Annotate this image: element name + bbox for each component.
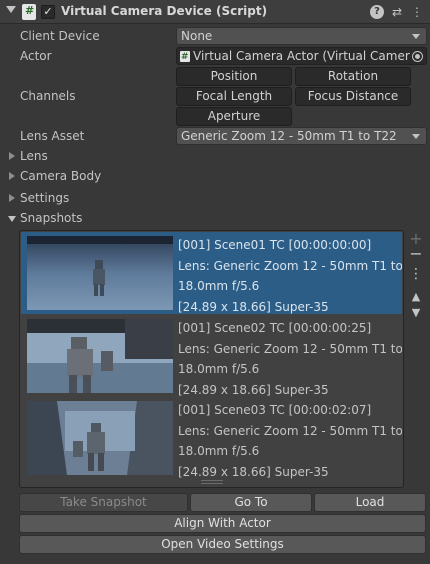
take-snapshot-button[interactable]: Take Snapshot <box>19 493 188 512</box>
snapshot-focal: 18.0mm f/5.6 <box>178 362 260 376</box>
snapshot-thumbnail <box>27 319 173 393</box>
open-video-settings-button[interactable]: Open Video Settings <box>19 535 426 554</box>
script-icon <box>180 49 190 64</box>
channel-aperture-toggle[interactable]: Aperture <box>176 107 292 126</box>
expand-arrow-icon <box>9 152 15 160</box>
channels-label: Channels <box>20 89 76 103</box>
settings-foldout[interactable]: Settings <box>9 191 70 205</box>
collapse-arrow-icon <box>8 216 16 222</box>
channel-focal-length-toggle[interactable]: Focal Length <box>176 87 292 106</box>
lens-asset-value: Generic Zoom 12 - 50mm T1 to T22 <box>181 129 397 143</box>
snapshot-thumbnail <box>27 236 173 310</box>
snapshot-item-3[interactable]: [001] Scene03 TC [00:00:02:07] Lens: Gen… <box>21 397 402 479</box>
snapshot-lens: Lens: Generic Zoom 12 - 50mm T1 to T22 <box>178 423 402 438</box>
chevron-down-icon <box>412 34 420 39</box>
script-icon <box>22 4 36 20</box>
load-button[interactable]: Load <box>314 493 426 512</box>
snapshots-foldout[interactable]: Snapshots <box>8 211 83 225</box>
lens-asset-label: Lens Asset <box>20 129 85 143</box>
channel-rotation-toggle[interactable]: Rotation <box>295 67 411 86</box>
camera-body-foldout[interactable]: Camera Body <box>9 169 102 183</box>
preset-icon[interactable]: ⇄ <box>390 5 404 19</box>
kebab-menu-icon[interactable]: ⋮ <box>409 266 423 282</box>
snapshot-lens: Lens: Generic Zoom 12 - 50mm T1 to T22 <box>178 258 402 273</box>
lens-foldout-label: Lens <box>20 149 48 163</box>
expand-arrow-icon <box>9 194 15 202</box>
lens-asset-dropdown[interactable]: Generic Zoom 12 - 50mm T1 to T22 <box>176 127 427 145</box>
channel-position-toggle[interactable]: Position <box>176 67 292 86</box>
remove-snapshot-icon[interactable]: − <box>409 244 423 263</box>
snapshot-details: [001] Scene03 TC [00:00:02:07] Lens: Gen… <box>178 400 402 482</box>
move-up-icon[interactable]: ▲ <box>409 290 423 303</box>
snapshot-list[interactable]: [001] Scene01 TC [00:00:00:00] Lens: Gen… <box>19 230 404 488</box>
object-picker-icon[interactable] <box>412 51 423 62</box>
client-device-value: None <box>181 29 213 43</box>
client-device-label: Client Device <box>20 29 100 43</box>
collapse-arrow-icon[interactable] <box>6 6 16 13</box>
help-icon[interactable]: ? <box>370 5 384 19</box>
snapshot-name: [001] Scene02 TC [00:00:00:25] <box>178 321 372 335</box>
snapshot-details: [001] Scene01 TC [00:00:00:00] Lens: Gen… <box>178 235 402 317</box>
go-to-button[interactable]: Go To <box>190 493 312 512</box>
channel-focus-distance-toggle[interactable]: Focus Distance <box>295 87 411 106</box>
snapshot-lens: Lens: Generic Zoom 12 - 50mm T1 to T22 <box>178 341 402 356</box>
snapshot-name: [001] Scene03 TC [00:00:02:07] <box>178 403 372 417</box>
align-with-actor-button[interactable]: Align With Actor <box>19 514 426 533</box>
list-resize-handle[interactable] <box>201 480 223 484</box>
snapshot-thumbnail <box>27 401 173 475</box>
snapshot-details: [001] Scene02 TC [00:00:00:25] Lens: Gen… <box>178 318 402 400</box>
actor-label: Actor <box>20 49 52 63</box>
snapshots-foldout-label: Snapshots <box>20 211 83 225</box>
chevron-down-icon <box>412 134 420 139</box>
lens-foldout[interactable]: Lens <box>9 149 48 163</box>
client-device-dropdown[interactable]: None <box>176 27 427 45</box>
component-header: ✓ Virtual Camera Device (Script) ? ⇄ ⋮ <box>0 0 430 24</box>
snapshot-focal: 18.0mm f/5.6 <box>178 444 260 458</box>
snapshot-item-2[interactable]: [001] Scene02 TC [00:00:00:25] Lens: Gen… <box>21 315 402 397</box>
settings-foldout-label: Settings <box>20 191 70 205</box>
component-title: Virtual Camera Device (Script) <box>61 4 268 18</box>
snapshot-item-1[interactable]: [001] Scene01 TC [00:00:00:00] Lens: Gen… <box>21 232 402 314</box>
snapshot-name: [001] Scene01 TC [00:00:00:00] <box>178 238 372 252</box>
actor-value: Virtual Camera Actor (Virtual Camera A <box>193 49 410 63</box>
actor-object-field[interactable]: Virtual Camera Actor (Virtual Camera A <box>176 47 427 65</box>
snapshot-sensor: [24.89 x 18.66] Super-35 <box>178 299 329 314</box>
move-down-icon[interactable]: ▼ <box>409 306 423 319</box>
kebab-menu-icon[interactable]: ⋮ <box>410 5 424 19</box>
snapshot-focal: 18.0mm f/5.6 <box>178 279 260 293</box>
expand-arrow-icon <box>9 172 15 180</box>
camera-body-foldout-label: Camera Body <box>20 169 102 183</box>
snapshot-sensor: [24.89 x 18.66] Super-35 <box>178 464 329 479</box>
enable-checkbox[interactable]: ✓ <box>41 5 55 19</box>
